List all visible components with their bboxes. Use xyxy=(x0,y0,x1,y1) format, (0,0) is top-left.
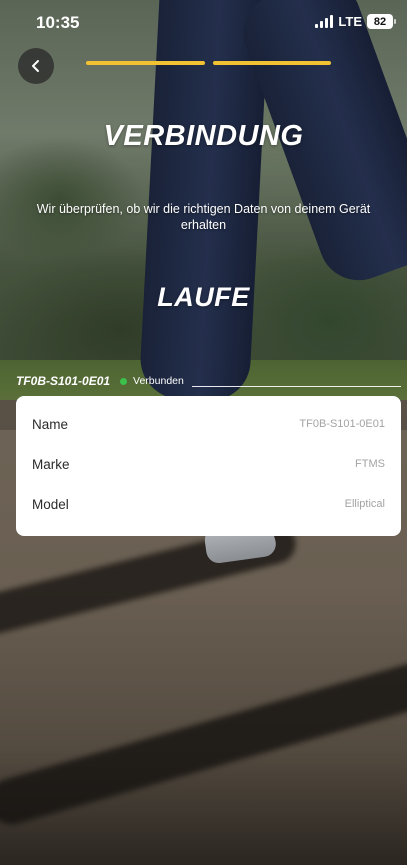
info-value: Elliptical xyxy=(344,498,385,510)
info-row-name: Name TF0B-S101-0E01 xyxy=(32,404,385,444)
status-indicators: LTE 82 xyxy=(315,14,396,29)
status-time: 10:35 xyxy=(36,13,80,32)
connection-status: Verbunden xyxy=(133,375,184,387)
activity-title: LAUFE xyxy=(157,282,250,312)
status-bar: 10:35 LTE 82 xyxy=(0,0,407,40)
device-id: TF0B-S101-0E01 xyxy=(16,374,111,388)
signal-icon xyxy=(315,15,334,28)
info-value: FTMS xyxy=(355,458,385,470)
info-row-brand: Marke FTMS xyxy=(32,444,385,484)
info-label: Marke xyxy=(32,456,70,472)
step-progress xyxy=(86,61,331,65)
info-label: Model xyxy=(32,496,69,512)
info-row-model: Model Elliptical xyxy=(32,484,385,524)
chevron-left-icon xyxy=(32,60,39,72)
progress-step-1 xyxy=(86,61,205,65)
battery-level: 82 xyxy=(373,15,387,28)
page-title: VERBINDUNG xyxy=(103,120,304,152)
back-button[interactable] xyxy=(18,48,54,84)
device-header: TF0B-S101-0E01 Verbunden xyxy=(16,373,401,389)
network-type: LTE xyxy=(338,14,362,29)
divider xyxy=(191,385,401,387)
info-value: TF0B-S101-0E01 xyxy=(299,418,385,430)
battery-icon: 82 xyxy=(367,14,396,29)
device-info-card: Name TF0B-S101-0E01 Marke FTMS Model Ell… xyxy=(16,396,401,536)
connected-status-dot-icon xyxy=(120,377,128,385)
info-label: Name xyxy=(32,416,69,432)
page-subtitle: Wir überprüfen, ob wir die richtigen Dat… xyxy=(36,202,371,232)
progress-step-2 xyxy=(212,61,331,65)
